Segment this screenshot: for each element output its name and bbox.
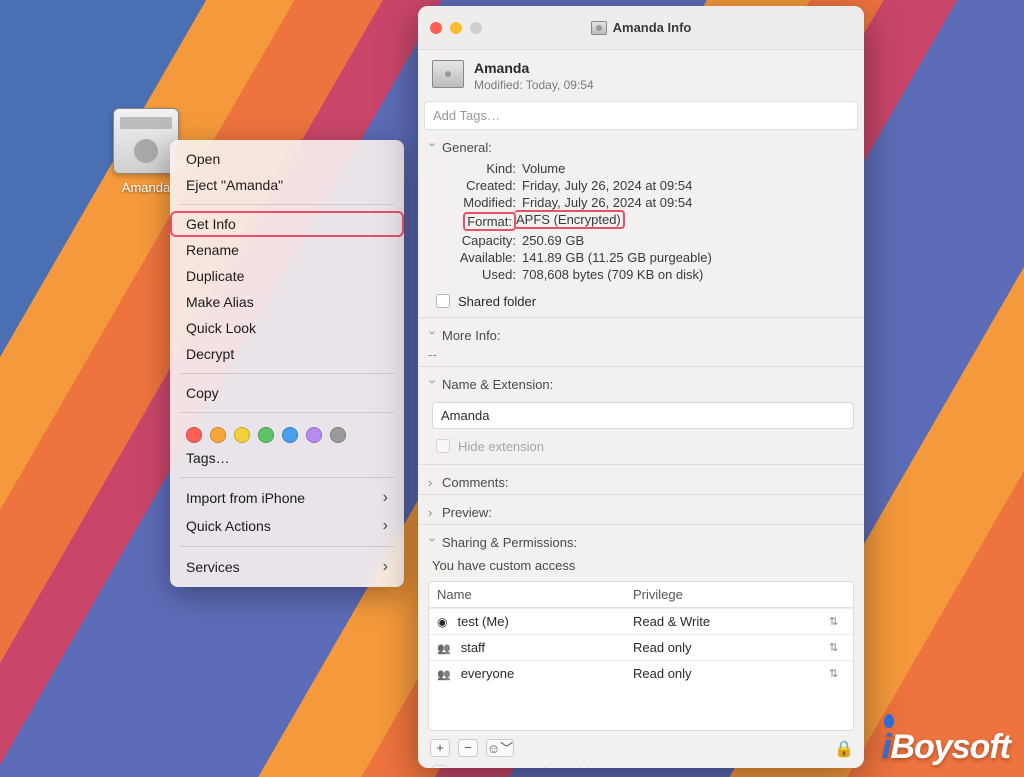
section-general-toggle[interactable]: › General:: [418, 130, 864, 159]
menu-eject[interactable]: Eject "Amanda": [170, 172, 404, 198]
zoom-button[interactable]: [470, 22, 482, 34]
info-window: Amanda Info Amanda Modified: Today, 09:5…: [418, 6, 864, 768]
permissions-summary: You have custom access: [418, 554, 864, 581]
value-capacity: 250.69 GB: [522, 233, 854, 248]
close-button[interactable]: [430, 22, 442, 34]
tag-dot-gray[interactable]: [330, 427, 346, 443]
menu-open[interactable]: Open: [170, 146, 404, 172]
tag-dot-yellow[interactable]: [234, 427, 250, 443]
permissions-row[interactable]: test (Me) Read & Write ⇅: [429, 608, 853, 634]
label-created: Created:: [428, 178, 516, 193]
privilege-select[interactable]: Read only: [633, 666, 823, 681]
ignore-ownership-checkbox: [432, 765, 446, 768]
chevron-down-icon: ›: [426, 537, 441, 547]
section-name-ext-toggle[interactable]: › Name & Extension:: [418, 366, 864, 396]
disk-icon: [432, 60, 464, 90]
action-menu-button[interactable]: ☺︎﹀: [486, 739, 514, 757]
menu-copy[interactable]: Copy: [170, 380, 404, 406]
col-name: Name: [437, 587, 627, 602]
minimize-button[interactable]: [450, 22, 462, 34]
menu-services[interactable]: Services: [170, 553, 404, 581]
menu-separator: [180, 373, 394, 374]
updown-icon[interactable]: ⇅: [829, 615, 845, 628]
privilege-select[interactable]: Read & Write: [633, 614, 823, 629]
remove-user-button[interactable]: −: [458, 739, 478, 757]
watermark: iBoysoft: [882, 728, 1010, 767]
shared-folder-label: Shared folder: [458, 294, 536, 309]
permissions-row[interactable]: staff Read only ⇅: [429, 634, 853, 660]
value-created: Friday, July 26, 2024 at 09:54: [522, 178, 854, 193]
menu-make-alias[interactable]: Make Alias: [170, 289, 404, 315]
general-grid: Kind: Volume Created: Friday, July 26, 2…: [418, 159, 864, 288]
updown-icon[interactable]: ⇅: [829, 667, 845, 680]
section-preview-toggle[interactable]: › Preview:: [418, 494, 864, 524]
label-modified: Modified:: [428, 195, 516, 210]
menu-get-info[interactable]: Get Info: [170, 211, 404, 237]
window-controls: [430, 22, 482, 34]
add-user-button[interactable]: +: [430, 739, 450, 757]
menu-separator: [180, 204, 394, 205]
chevron-down-icon: ›: [426, 330, 441, 340]
value-modified: Friday, July 26, 2024 at 09:54: [522, 195, 854, 210]
tag-dot-blue[interactable]: [282, 427, 298, 443]
menu-decrypt[interactable]: Decrypt: [170, 341, 404, 367]
titlebar[interactable]: Amanda Info: [418, 6, 864, 50]
tag-dot-orange[interactable]: [210, 427, 226, 443]
label-capacity: Capacity:: [428, 233, 516, 248]
permissions-blank: [429, 686, 853, 730]
tag-dot-red[interactable]: [186, 427, 202, 443]
value-available: 141.89 GB (11.25 GB purgeable): [522, 250, 854, 265]
context-menu: Open Eject "Amanda" Get Info Rename Dupl…: [170, 140, 404, 587]
label-used: Used:: [428, 267, 516, 282]
menu-import-iphone[interactable]: Import from iPhone: [170, 484, 404, 512]
menu-separator: [180, 412, 394, 413]
menu-rename[interactable]: Rename: [170, 237, 404, 263]
group-icon: [437, 640, 455, 655]
menu-duplicate[interactable]: Duplicate: [170, 263, 404, 289]
value-kind: Volume: [522, 161, 854, 176]
menu-quick-actions[interactable]: Quick Actions: [170, 512, 404, 540]
window-title: Amanda Info: [418, 20, 864, 35]
tags-input[interactable]: Add Tags…: [424, 101, 858, 130]
section-more-info-toggle[interactable]: › More Info:: [418, 317, 864, 347]
disk-icon: [591, 21, 607, 35]
label-available: Available:: [428, 250, 516, 265]
tag-dot-purple[interactable]: [306, 427, 322, 443]
name-extension-input[interactable]: Amanda: [432, 402, 854, 429]
group-icon: [437, 666, 455, 681]
menu-tags[interactable]: Tags…: [170, 445, 404, 471]
updown-icon[interactable]: ⇅: [829, 641, 845, 654]
shared-folder-checkbox[interactable]: [436, 294, 450, 308]
info-header: Amanda Modified: Today, 09:54: [418, 50, 864, 101]
label-format: Format:: [463, 212, 516, 231]
volume-name: Amanda: [474, 60, 594, 78]
menu-tag-colors: [170, 419, 404, 445]
person-icon: [437, 614, 451, 629]
hide-extension-checkbox: [436, 439, 450, 453]
chevron-right-icon: ›: [428, 505, 438, 520]
modified-subtitle: Modified: Today, 09:54: [474, 78, 594, 93]
privilege-select[interactable]: Read only: [633, 640, 823, 655]
tag-dot-green[interactable]: [258, 427, 274, 443]
hide-extension-label: Hide extension: [458, 439, 544, 454]
lock-icon[interactable]: 🔒: [834, 739, 852, 757]
more-info-value: --: [418, 347, 864, 366]
section-sharing-toggle[interactable]: › Sharing & Permissions:: [418, 524, 864, 554]
permissions-row[interactable]: everyone Read only ⇅: [429, 660, 853, 686]
ignore-ownership-label: Ignore ownership on this volume: [454, 765, 641, 769]
value-used: 708,608 bytes (709 KB on disk): [522, 267, 854, 282]
chevron-down-icon: ›: [426, 379, 441, 389]
menu-separator: [180, 477, 394, 478]
chevron-down-icon: ›: [426, 142, 441, 152]
menu-quick-look[interactable]: Quick Look: [170, 315, 404, 341]
label-kind: Kind:: [428, 161, 516, 176]
value-format: APFS (Encrypted): [514, 210, 625, 229]
section-comments-toggle[interactable]: › Comments:: [418, 464, 864, 494]
col-privilege: Privilege: [633, 587, 823, 602]
chevron-right-icon: ›: [428, 475, 438, 490]
permissions-table: Name Privilege test (Me) Read & Write ⇅ …: [428, 581, 854, 731]
menu-separator: [180, 546, 394, 547]
